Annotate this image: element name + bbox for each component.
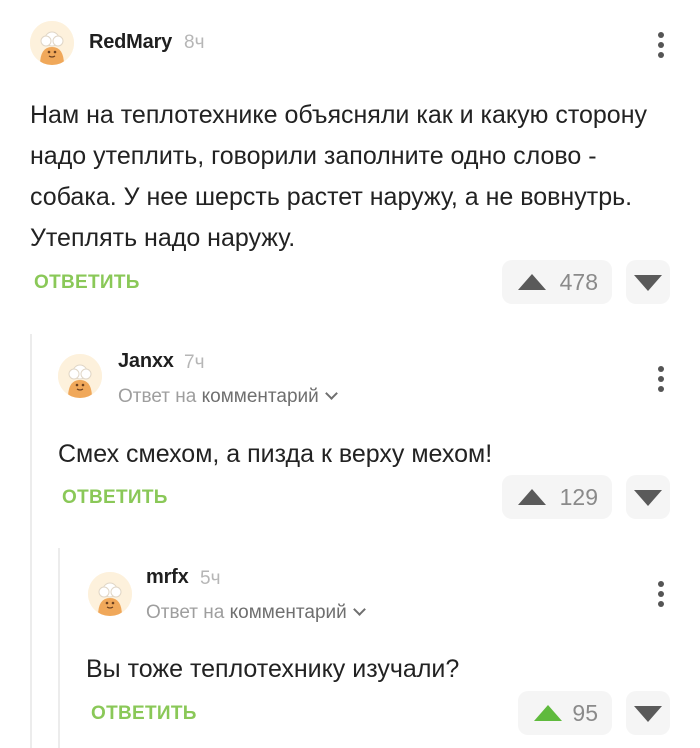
comment-text: Смех смехом, а пизда к верху мехом! bbox=[58, 440, 493, 468]
chevron-down-icon[interactable] bbox=[352, 603, 366, 616]
rating-count: 129 bbox=[559, 484, 598, 510]
avatar[interactable] bbox=[30, 21, 74, 65]
upvote-button[interactable]: 95 bbox=[518, 691, 612, 735]
arrow-down-icon bbox=[634, 490, 662, 506]
reply-to-prefix: Ответ на bbox=[146, 602, 225, 623]
reply-to-link[interactable]: Ответ на комментарий bbox=[146, 602, 366, 624]
downvote-button[interactable] bbox=[626, 475, 670, 519]
timestamp: 7ч bbox=[184, 352, 205, 373]
author-name[interactable]: Janxx bbox=[118, 350, 174, 373]
more-options-icon[interactable] bbox=[656, 364, 666, 394]
arrow-up-icon bbox=[534, 705, 562, 721]
chevron-down-icon[interactable] bbox=[324, 387, 338, 400]
chef-avatar-icon bbox=[30, 21, 74, 65]
thread-line-level-1 bbox=[30, 334, 32, 748]
timestamp: 8ч bbox=[184, 32, 205, 53]
more-options-icon[interactable] bbox=[656, 579, 666, 609]
reply-to-comment-link[interactable]: комментарий bbox=[230, 602, 347, 623]
avatar[interactable] bbox=[58, 354, 102, 398]
reply-to-link[interactable]: Ответ на комментарий bbox=[118, 386, 338, 408]
downvote-button[interactable] bbox=[626, 260, 670, 304]
arrow-down-icon bbox=[634, 275, 662, 291]
avatar[interactable] bbox=[88, 572, 132, 616]
downvote-button[interactable] bbox=[626, 691, 670, 735]
arrow-down-icon bbox=[634, 706, 662, 722]
chef-avatar-icon bbox=[58, 354, 102, 398]
reply-to-prefix: Ответ на bbox=[118, 386, 197, 407]
author-name[interactable]: mrfx bbox=[146, 566, 189, 589]
thread-line-level-2 bbox=[58, 548, 60, 748]
timestamp: 5ч bbox=[200, 568, 221, 589]
chef-avatar-icon bbox=[88, 572, 132, 616]
rating-count: 95 bbox=[572, 700, 598, 726]
reply-button[interactable]: ОТВЕТИТЬ bbox=[34, 272, 140, 294]
comment-text: Нам на теплотехнике объясняли как и каку… bbox=[30, 101, 648, 252]
upvote-button[interactable]: 129 bbox=[502, 475, 612, 519]
reply-button[interactable]: ОТВЕТИТЬ bbox=[91, 703, 197, 725]
author-name[interactable]: RedMary bbox=[89, 31, 172, 54]
more-options-icon[interactable] bbox=[656, 30, 666, 60]
arrow-up-icon bbox=[518, 274, 546, 290]
rating-count: 478 bbox=[559, 269, 598, 295]
comment-text: Вы тоже теплотехнику изучали? bbox=[86, 655, 460, 683]
reply-to-comment-link[interactable]: комментарий bbox=[202, 386, 319, 407]
arrow-up-icon bbox=[518, 489, 546, 505]
reply-button[interactable]: ОТВЕТИТЬ bbox=[62, 487, 168, 509]
upvote-button[interactable]: 478 bbox=[502, 260, 612, 304]
